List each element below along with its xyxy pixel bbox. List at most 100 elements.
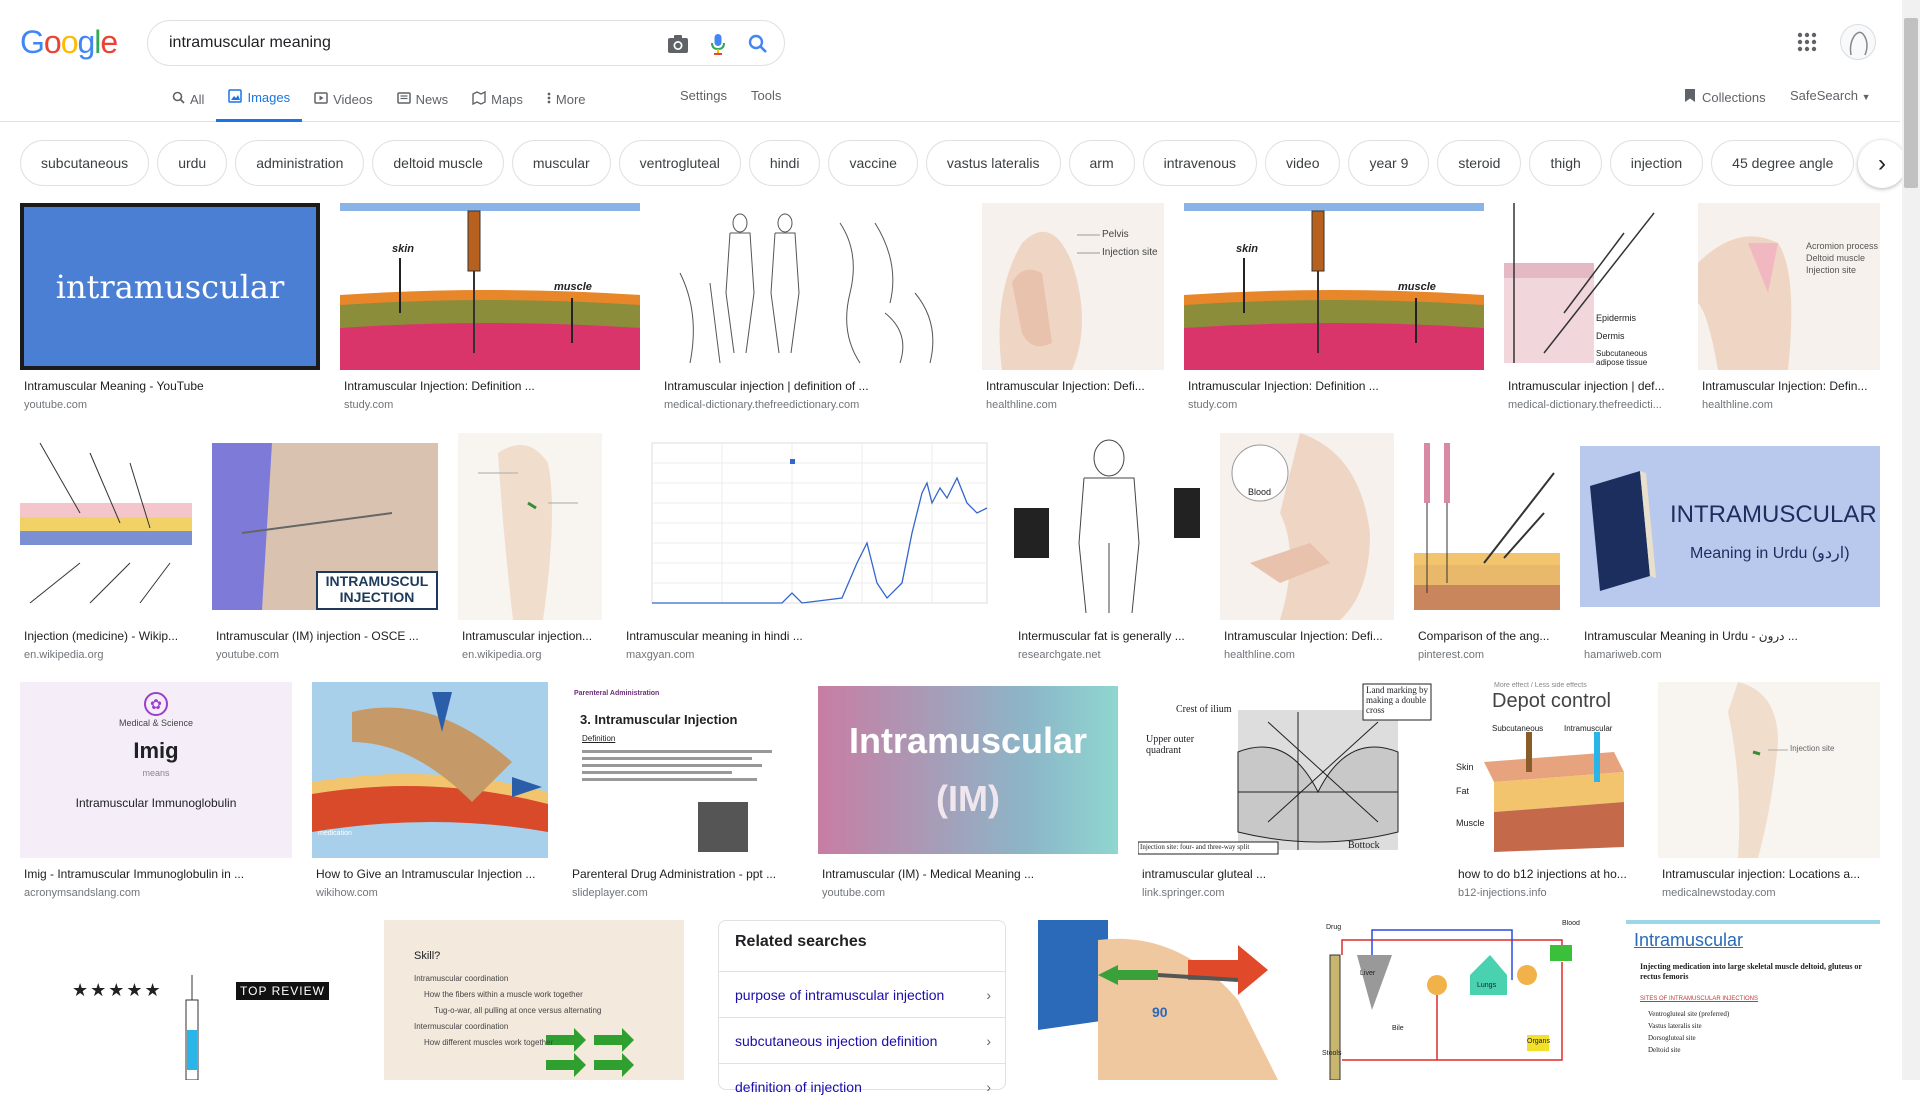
image-result[interactable]: intramuscular Intramuscular Meaning - Yo… — [20, 203, 320, 418]
result-thumbnail[interactable]: INTRAMUSCULAR Meaning in Urdu (اردو) — [1580, 433, 1880, 620]
result-thumbnail[interactable]: Epidermis Dermis Subcutaneous adipose ti… — [1504, 203, 1678, 370]
image-result[interactable]: ★★★★★ TOP REVIEW — [20, 920, 364, 1080]
chevron-right-icon[interactable]: › — [1858, 140, 1906, 188]
image-result[interactable]: Skill? Intramuscular coordination How th… — [384, 920, 684, 1080]
image-result[interactable]: INTRAMUSCUL INJECTION Intramuscular (IM)… — [212, 433, 438, 663]
image-result[interactable]: Acromion process Deltoid muscle Injectio… — [1698, 203, 1880, 418]
chip[interactable]: video — [1265, 140, 1341, 186]
result-thumbnail[interactable]: 90 — [1038, 920, 1278, 1080]
result-thumbnail[interactable]: INTRAMUSCUL INJECTION — [212, 433, 438, 620]
result-title[interactable]: Intramuscular injection | definition of … — [664, 379, 958, 393]
result-thumbnail[interactable] — [660, 203, 962, 370]
result-thumbnail[interactable]: Acromion process Deltoid muscle Injectio… — [1698, 203, 1880, 370]
image-result[interactable]: Intramuscular injection... en.wikipedia.… — [458, 433, 602, 663]
result-title[interactable]: Intramuscular meaning in hindi ... — [626, 629, 990, 643]
image-result[interactable]: ✿ Medical & Science Imig means Intramusc… — [20, 682, 292, 902]
chip[interactable]: administration — [235, 140, 365, 186]
safesearch-menu[interactable]: SafeSearch ▼ — [1790, 88, 1870, 103]
result-title[interactable]: Intramuscular (IM) - Medical Meaning ... — [822, 867, 1114, 881]
image-result[interactable]: 90 — [1038, 920, 1278, 1080]
image-result[interactable]: Crest of ilium Upper outer quadrant Bott… — [1138, 682, 1434, 902]
result-thumbnail[interactable]: Intramuscular (IM) — [818, 682, 1118, 858]
chip[interactable]: deltoid muscle — [372, 140, 504, 186]
result-thumbnail[interactable] — [1014, 433, 1200, 620]
image-result[interactable]: skin muscle Intramuscular Injection: Def… — [340, 203, 640, 418]
tab-news[interactable]: News — [385, 88, 461, 122]
image-result[interactable]: Blood Drug Liver Lungs Organs Stools Bil… — [1312, 920, 1592, 1080]
related-search-item[interactable]: purpose of intramuscular injection › — [719, 971, 1005, 1017]
search-icon[interactable] — [746, 32, 770, 56]
related-search-item[interactable]: subcutaneous injection definition › — [719, 1017, 1005, 1063]
result-title[interactable]: Intramuscular (IM) injection - OSCE ... — [216, 629, 434, 643]
result-thumbnail[interactable]: Intramuscular Injecting medication into … — [1626, 920, 1880, 1080]
result-thumbnail[interactable]: Pelvis Injection site — [982, 203, 1164, 370]
camera-icon[interactable] — [666, 32, 690, 56]
avatar[interactable] — [1840, 24, 1876, 60]
result-title[interactable]: Intramuscular Injection: Defi... — [986, 379, 1160, 393]
chip[interactable]: steroid — [1437, 140, 1522, 186]
image-result[interactable]: More effect / Less side effects Depot co… — [1454, 682, 1638, 902]
page-scrollbar[interactable] — [1902, 0, 1920, 1080]
result-thumbnail[interactable]: Blood — [1220, 433, 1394, 620]
tools-link[interactable]: Tools — [739, 88, 793, 103]
tab-more[interactable]: More — [535, 88, 598, 122]
result-thumbnail[interactable]: Crest of ilium Upper outer quadrant Bott… — [1138, 682, 1434, 858]
result-title[interactable]: Intramuscular Injection: Defin... — [1702, 379, 1876, 393]
scrollbar-thumb[interactable] — [1904, 18, 1918, 188]
result-thumbnail[interactable]: Skill? Intramuscular coordination How th… — [384, 920, 684, 1080]
result-title[interactable]: Injection (medicine) - Wikip... — [24, 629, 188, 643]
chip[interactable]: intravenous — [1142, 140, 1258, 186]
microphone-icon[interactable] — [706, 32, 730, 56]
settings-link[interactable]: Settings — [668, 88, 739, 103]
chip[interactable]: hindi — [748, 140, 821, 186]
tab-videos[interactable]: Videos — [302, 88, 385, 122]
result-title[interactable]: Intramuscular injection: Locations a... — [1662, 867, 1876, 881]
result-title[interactable]: Comparison of the ang... — [1418, 629, 1556, 643]
result-thumbnail[interactable]: Blood Drug Liver Lungs Organs Stools Bil… — [1312, 920, 1592, 1080]
chip[interactable]: subcutaneous — [20, 140, 150, 186]
image-result[interactable]: Comparison of the ang... pinterest.com — [1414, 433, 1560, 663]
result-title[interactable]: Intramuscular Injection: Definition ... — [344, 379, 636, 393]
result-thumbnail[interactable] — [458, 433, 602, 620]
image-result[interactable]: Intramuscular (IM) Intramuscular (IM) - … — [818, 682, 1118, 902]
result-thumbnail[interactable]: medication — [312, 682, 548, 858]
result-title[interactable]: Intramuscular Meaning - YouTube — [24, 379, 316, 393]
result-thumbnail[interactable]: ★★★★★ TOP REVIEW — [20, 920, 364, 1080]
tab-maps[interactable]: Maps — [460, 88, 535, 122]
result-thumbnail[interactable]: ✿ Medical & Science Imig means Intramusc… — [20, 682, 292, 858]
chip[interactable]: vastus lateralis — [925, 140, 1061, 186]
image-result[interactable]: Blood Intramuscular Injection: Defi... h… — [1220, 433, 1394, 663]
image-result[interactable]: Intermuscular fat is generally ... resea… — [1014, 433, 1200, 663]
result-title[interactable]: Intramuscular injection... — [462, 629, 598, 643]
image-result[interactable]: skin muscle Intramuscular Injection: Def… — [1184, 203, 1484, 418]
search-input[interactable] — [167, 33, 627, 53]
chip[interactable]: ventrogluteal — [618, 140, 741, 186]
image-result[interactable]: Injection (medicine) - Wikip... en.wikip… — [20, 433, 192, 663]
tab-all[interactable]: All — [160, 88, 216, 122]
result-thumbnail[interactable]: intramuscular — [20, 203, 320, 370]
result-title[interactable]: Intramuscular Injection: Defi... — [1224, 629, 1390, 643]
related-search-item[interactable]: definition of injection › — [719, 1063, 1005, 1109]
result-title[interactable]: How to Give an Intramuscular Injection .… — [316, 867, 544, 881]
result-thumbnail[interactable]: More effect / Less side effects Depot co… — [1454, 682, 1638, 858]
result-thumbnail[interactable]: skin muscle — [1184, 203, 1484, 370]
chip[interactable]: thigh — [1529, 140, 1602, 186]
result-title[interactable]: how to do b12 injections at ho... — [1458, 867, 1634, 881]
result-title[interactable]: Intramuscular Meaning in Urdu - درون ... — [1584, 629, 1876, 643]
image-result[interactable]: Parenteral Administration 3. Intramuscul… — [568, 682, 798, 902]
result-thumbnail[interactable] — [1414, 433, 1560, 620]
google-logo[interactable]: Google — [20, 24, 118, 61]
image-result[interactable]: Epidermis Dermis Subcutaneous adipose ti… — [1504, 203, 1678, 418]
result-thumbnail[interactable] — [20, 433, 192, 620]
result-thumbnail[interactable]: skin muscle — [340, 203, 640, 370]
chip[interactable]: year 9 — [1348, 140, 1430, 186]
result-title[interactable]: intramuscular gluteal ... — [1142, 867, 1430, 881]
chip[interactable]: vaccine — [828, 140, 918, 186]
chip[interactable]: muscular — [511, 140, 611, 186]
chip[interactable]: 45 degree angle — [1711, 140, 1855, 186]
image-result[interactable]: Pelvis Injection site Intramuscular Inje… — [982, 203, 1164, 418]
chip[interactable]: arm — [1068, 140, 1135, 186]
image-result[interactable]: INTRAMUSCULAR Meaning in Urdu (اردو) Int… — [1580, 433, 1880, 663]
chip[interactable]: urdu — [157, 140, 228, 186]
image-result[interactable]: Intramuscular Injecting medication into … — [1626, 920, 1880, 1080]
